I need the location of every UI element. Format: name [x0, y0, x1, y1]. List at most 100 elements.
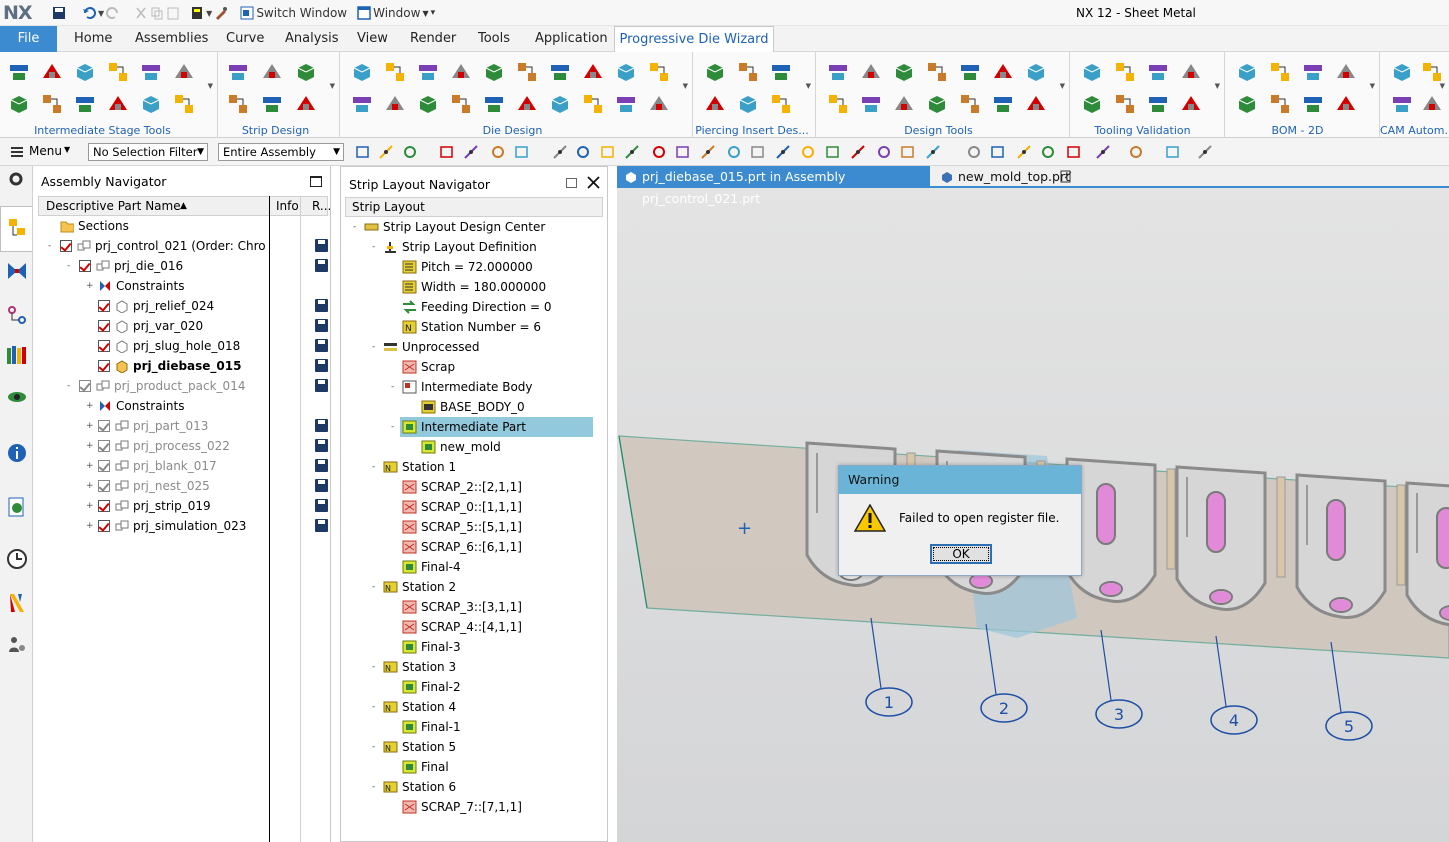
column-header-strip-layout[interactable]: Strip Layout: [352, 200, 425, 214]
visibility-checkbox[interactable]: [98, 340, 110, 352]
ribbon-blank-icon[interactable]: [294, 92, 318, 116]
switch-window-button[interactable]: Switch Window: [256, 6, 347, 20]
ribbon-pierce-icon[interactable]: [260, 92, 284, 116]
ribbon-lifter-icon[interactable]: [1390, 60, 1414, 84]
ribbon-plate-icon[interactable]: [892, 60, 916, 84]
arc-icon[interactable]: [651, 144, 667, 160]
tree-row[interactable]: Final: [341, 757, 603, 777]
point-icon[interactable]: [800, 144, 816, 160]
window-icon[interactable]: [357, 6, 371, 20]
tree-row[interactable]: Width = 180.000000: [341, 277, 603, 297]
close-icon[interactable]: [587, 176, 600, 189]
maximize-icon[interactable]: [566, 178, 577, 188]
ribbon-blank-icon[interactable]: [647, 92, 671, 116]
ribbon-pilot-icon[interactable]: [260, 60, 284, 84]
ribbon-strip-icon[interactable]: [449, 92, 473, 116]
collapse-icon[interactable]: -: [391, 423, 399, 432]
tab-curve[interactable]: Curve: [226, 26, 264, 52]
group-more-icon[interactable]: ▼: [1215, 82, 1220, 90]
part-navigator-icon[interactable]: [6, 304, 28, 326]
edge-icon[interactable]: [575, 144, 591, 160]
tree-row[interactable]: Scrap: [341, 357, 603, 377]
ribbon-pilot-icon[interactable]: [515, 92, 539, 116]
undo-dropdown-icon[interactable]: ▼: [98, 9, 104, 18]
tree-row[interactable]: SCRAP_2::[2,1,1]: [341, 477, 603, 497]
render-icon[interactable]: [1095, 144, 1111, 160]
ribbon-punch-icon[interactable]: [1146, 92, 1170, 116]
ribbon-bom-icon[interactable]: [106, 92, 130, 116]
face-icon[interactable]: [850, 144, 866, 160]
file-tab[interactable]: File: [0, 26, 57, 52]
history-icon[interactable]: [6, 548, 28, 570]
ribbon-stop-icon[interactable]: [703, 60, 727, 84]
center-icon[interactable]: [750, 144, 766, 160]
ribbon-pilot-icon[interactable]: [1334, 92, 1358, 116]
ribbon-check-icon[interactable]: [647, 60, 671, 84]
table-row[interactable]: + prj_part_013: [38, 416, 328, 436]
expand-icon[interactable]: +: [86, 422, 94, 431]
tree-row[interactable]: Final-4: [341, 557, 603, 577]
quadrant-icon[interactable]: [775, 144, 791, 160]
tree-row[interactable]: Final-3: [341, 637, 603, 657]
curve-icon[interactable]: [600, 144, 616, 160]
tree-row[interactable]: BASE_BODY_0: [341, 397, 603, 417]
ribbon-plate-icon[interactable]: [614, 60, 638, 84]
expand-icon[interactable]: +: [86, 462, 94, 471]
collapse-icon[interactable]: -: [67, 382, 75, 391]
visibility-checkbox[interactable]: [60, 240, 72, 252]
ribbon-gauge-icon[interactable]: [1301, 60, 1325, 84]
type-icon[interactable]: [402, 144, 418, 160]
tab-prj-diebase[interactable]: prj_diebase_015.prt in Assembly prj_cont…: [617, 166, 930, 206]
tree-row[interactable]: - Unprocessed: [341, 337, 603, 357]
assembly-navigator-tab[interactable]: [0, 206, 32, 252]
ribbon-cam-icon[interactable]: [1235, 92, 1259, 116]
ribbon-check-icon[interactable]: [1268, 60, 1292, 84]
ribbon-analysis-icon[interactable]: [1113, 60, 1137, 84]
tree-row[interactable]: - N Station 4: [341, 697, 603, 717]
expand-icon[interactable]: +: [86, 482, 94, 491]
ribbon-layout-icon[interactable]: [736, 92, 760, 116]
tree-row[interactable]: - Strip Layout Design Center: [341, 217, 603, 237]
table-row[interactable]: prj_var_020: [38, 316, 328, 336]
zoom-icon[interactable]: [1066, 144, 1082, 160]
tree-row[interactable]: Pitch = 72.000000: [341, 257, 603, 277]
tab-analysis[interactable]: Analysis: [285, 26, 339, 52]
shaded-icon[interactable]: [552, 144, 568, 160]
object-icon[interactable]: [378, 144, 394, 160]
ribbon-check-icon[interactable]: [925, 60, 949, 84]
ribbon-insert-icon[interactable]: [581, 60, 605, 84]
tree-row[interactable]: Final-2: [341, 677, 603, 697]
table-row[interactable]: + prj_strip_019: [38, 496, 328, 516]
display-icon[interactable]: [1165, 144, 1181, 160]
ribbon-insert-icon[interactable]: [1179, 92, 1203, 116]
table-row[interactable]: + Constraints: [38, 276, 328, 296]
tangent-icon[interactable]: [726, 144, 742, 160]
visibility-checkbox[interactable]: [98, 360, 110, 372]
table-row[interactable]: prj_relief_024: [38, 296, 328, 316]
undo-icon[interactable]: [82, 6, 96, 20]
tab-view[interactable]: View: [357, 26, 388, 52]
tree-row[interactable]: SCRAP_0::[1,1,1]: [341, 497, 603, 517]
visibility-checkbox[interactable]: [98, 460, 110, 472]
ribbon-part-icon[interactable]: [449, 60, 473, 84]
collapse-icon[interactable]: -: [372, 743, 380, 752]
ribbon-layout-icon[interactable]: [73, 60, 97, 84]
visibility-checkbox[interactable]: [98, 500, 110, 512]
table-row[interactable]: - prj_control_021 (Order: Chrono...: [38, 236, 328, 256]
table-row[interactable]: + prj_simulation_023: [38, 516, 328, 536]
table-row[interactable]: - prj_product_pack_014: [38, 376, 328, 396]
ribbon-scrap-icon[interactable]: [1420, 60, 1444, 84]
line-icon[interactable]: [624, 144, 640, 160]
box-icon[interactable]: [514, 144, 530, 160]
tool-icon[interactable]: [214, 6, 228, 20]
ribbon-insert-icon[interactable]: [172, 60, 196, 84]
table-row[interactable]: - prj_die_016: [38, 256, 328, 276]
light-icon[interactable]: [1128, 144, 1144, 160]
expand-icon[interactable]: +: [86, 502, 94, 511]
ribbon-part-icon[interactable]: [1179, 60, 1203, 84]
table-row[interactable]: Sections: [38, 216, 328, 236]
intersect-icon[interactable]: [825, 144, 841, 160]
window-dropdown-icon[interactable]: ▼: [422, 9, 428, 18]
tree-row[interactable]: Final-1: [341, 717, 603, 737]
ribbon-plate-icon[interactable]: [1235, 60, 1259, 84]
